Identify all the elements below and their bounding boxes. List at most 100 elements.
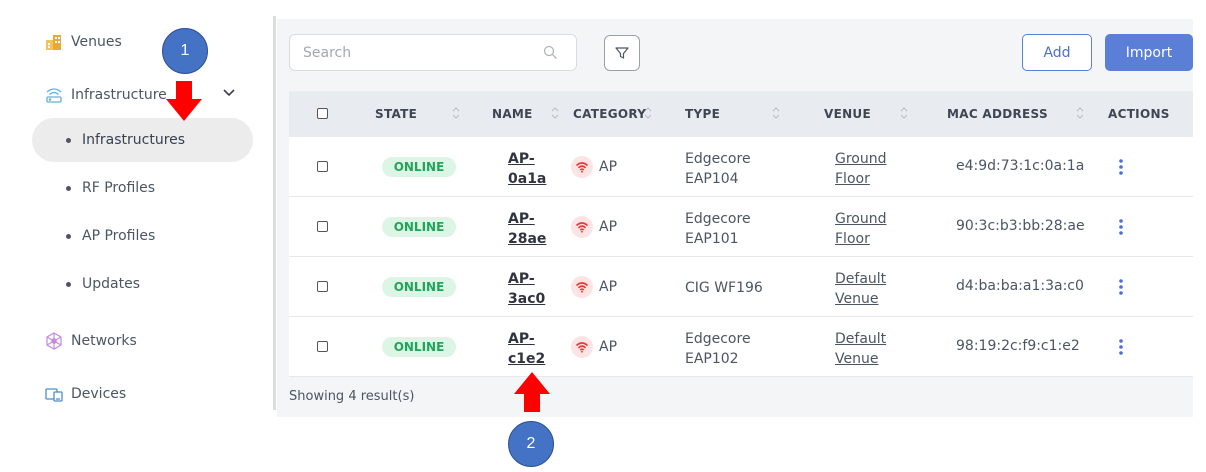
- wifi-router-icon: [44, 85, 64, 105]
- table-row[interactable]: ONLINE AP-c1e2 AP Edgecore EAP102 Default…: [289, 317, 1193, 377]
- filter-button[interactable]: [604, 35, 640, 71]
- add-button[interactable]: Add: [1022, 34, 1092, 71]
- type-cell: Edgecore EAP104: [685, 149, 751, 189]
- status-badge: ONLINE: [382, 277, 456, 297]
- sidebar-item-infrastructure[interactable]: Infrastructure: [44, 81, 244, 109]
- row-checkbox[interactable]: [317, 341, 328, 352]
- venue-link[interactable]: Default Venue: [835, 329, 886, 369]
- bullet-icon: [66, 137, 71, 143]
- sidebar: Venues Infrastructure Infrastructures RF…: [0, 0, 272, 472]
- type-line1: Edgecore: [685, 211, 751, 227]
- wifi-icon: [571, 276, 593, 298]
- callout-badge-1: 1: [162, 28, 208, 74]
- sidebar-divider: [273, 16, 276, 410]
- device-name-link[interactable]: AP- 0a1a: [508, 149, 546, 189]
- sidebar-item-label: Networks: [71, 333, 137, 349]
- name-line1: AP-: [508, 151, 535, 167]
- search-icon: [543, 45, 557, 59]
- column-header-category[interactable]: CATEGORY: [573, 91, 646, 137]
- sort-icon[interactable]: [452, 106, 460, 120]
- import-button[interactable]: Import: [1105, 34, 1193, 71]
- chevron-down-icon[interactable]: [222, 86, 236, 100]
- device-name-link[interactable]: AP- 28ae: [508, 209, 546, 249]
- name-line2: 3ac0: [508, 291, 546, 307]
- sort-icon[interactable]: [1076, 106, 1084, 120]
- column-header-name[interactable]: NAME: [492, 91, 533, 137]
- more-actions-icon[interactable]: [1117, 158, 1125, 176]
- column-header-type[interactable]: TYPE: [685, 91, 720, 137]
- column-header-mac-address[interactable]: MAC ADDRESS: [947, 91, 1048, 137]
- venue-link[interactable]: Ground Floor: [835, 209, 887, 249]
- mac-address-cell: e4:9d:73:1c:0a:1a: [956, 158, 1085, 174]
- bullet-icon: [66, 233, 71, 239]
- name-line1: AP-: [508, 271, 535, 287]
- more-actions-icon[interactable]: [1117, 338, 1125, 356]
- name-line2: 28ae: [508, 231, 547, 247]
- mac-address-cell: 98:19:2c:f9:c1:e2: [956, 338, 1080, 354]
- sidebar-subitem-label: RF Profiles: [82, 180, 156, 196]
- more-actions-icon[interactable]: [1117, 278, 1125, 296]
- type-cell: CIG WF196: [685, 280, 763, 296]
- table-header: STATE NAME CATEGORY TYPE VENUE MAC ADDRE…: [289, 91, 1193, 137]
- sort-icon[interactable]: [772, 106, 780, 120]
- category-cell: AP: [571, 336, 617, 358]
- row-checkbox[interactable]: [317, 161, 328, 172]
- venue-line1: Ground: [835, 151, 887, 167]
- type-line1: Edgecore: [685, 331, 751, 347]
- category-cell: AP: [571, 216, 617, 238]
- venue-line1: Default: [835, 331, 887, 347]
- sidebar-subitem-rf-profiles[interactable]: RF Profiles: [32, 166, 253, 210]
- sidebar-subitem-infrastructures[interactable]: Infrastructures: [32, 118, 253, 162]
- status-badge: ONLINE: [382, 337, 456, 357]
- name-line2: 0a1a: [508, 171, 547, 187]
- column-header-actions: ACTIONS: [1108, 107, 1170, 121]
- mac-address-cell: d4:ba:ba:a1:3a:c0: [956, 278, 1084, 294]
- sort-icon[interactable]: [644, 106, 652, 120]
- arrow-up-icon: [514, 372, 550, 412]
- callout-badge-2: 2: [508, 421, 554, 467]
- table-row[interactable]: ONLINE AP- 0a1a AP Edgecore EAP104 Ground F…: [289, 137, 1193, 197]
- venue-line2: Floor: [835, 231, 870, 247]
- more-actions-icon[interactable]: [1117, 218, 1125, 236]
- sidebar-subitem-ap-profiles[interactable]: AP Profiles: [32, 214, 253, 258]
- sort-icon[interactable]: [551, 106, 559, 120]
- devices-icon: [44, 384, 64, 404]
- device-name-link[interactable]: AP-c1e2: [508, 329, 545, 369]
- wifi-icon: [571, 336, 593, 358]
- table-row[interactable]: ONLINE AP- 28ae AP Edgecore EAP101 Ground F…: [289, 197, 1193, 257]
- devices-table: STATE NAME CATEGORY TYPE VENUE MAC ADDRE…: [289, 91, 1193, 377]
- sidebar-item-networks[interactable]: Networks: [44, 327, 137, 355]
- bullet-icon: [66, 185, 71, 191]
- results-count: Showing 4 result(s): [289, 389, 415, 404]
- venue-line2: Floor: [835, 171, 870, 187]
- wifi-icon: [571, 156, 593, 178]
- arrow-down-icon: [166, 81, 202, 121]
- row-checkbox[interactable]: [317, 221, 328, 232]
- sidebar-subitem-label: Updates: [82, 276, 140, 292]
- table-row[interactable]: ONLINE AP- 3ac0 AP CIG WF196 Default Venue…: [289, 257, 1193, 317]
- network-icon: [44, 331, 64, 351]
- search-input[interactable]: [290, 35, 530, 70]
- device-name-link[interactable]: AP- 3ac0: [508, 269, 545, 309]
- venue-link[interactable]: Ground Floor: [835, 149, 887, 189]
- sidebar-item-venues[interactable]: Venues: [44, 28, 122, 56]
- type-line2: EAP104: [685, 171, 739, 187]
- sidebar-item-devices[interactable]: Devices: [44, 380, 126, 408]
- row-checkbox[interactable]: [317, 281, 328, 292]
- type-cell: Edgecore EAP102: [685, 329, 751, 369]
- category-cell: AP: [571, 156, 617, 178]
- venue-line1: Ground: [835, 211, 887, 227]
- category-label: AP: [599, 279, 618, 295]
- type-line2: EAP102: [685, 351, 739, 367]
- venue-link[interactable]: Default Venue: [835, 269, 886, 309]
- sort-icon[interactable]: [900, 106, 908, 120]
- type-line1: Edgecore: [685, 151, 751, 167]
- bullet-icon: [66, 281, 71, 287]
- column-header-state[interactable]: STATE: [375, 91, 417, 137]
- sidebar-subitem-updates[interactable]: Updates: [32, 262, 253, 306]
- column-header-venue[interactable]: VENUE: [824, 91, 871, 137]
- sidebar-item-label: Venues: [71, 34, 122, 50]
- sidebar-subitem-label: Infrastructures: [82, 132, 186, 148]
- select-all-checkbox[interactable]: [317, 108, 328, 119]
- search-box: [289, 34, 577, 71]
